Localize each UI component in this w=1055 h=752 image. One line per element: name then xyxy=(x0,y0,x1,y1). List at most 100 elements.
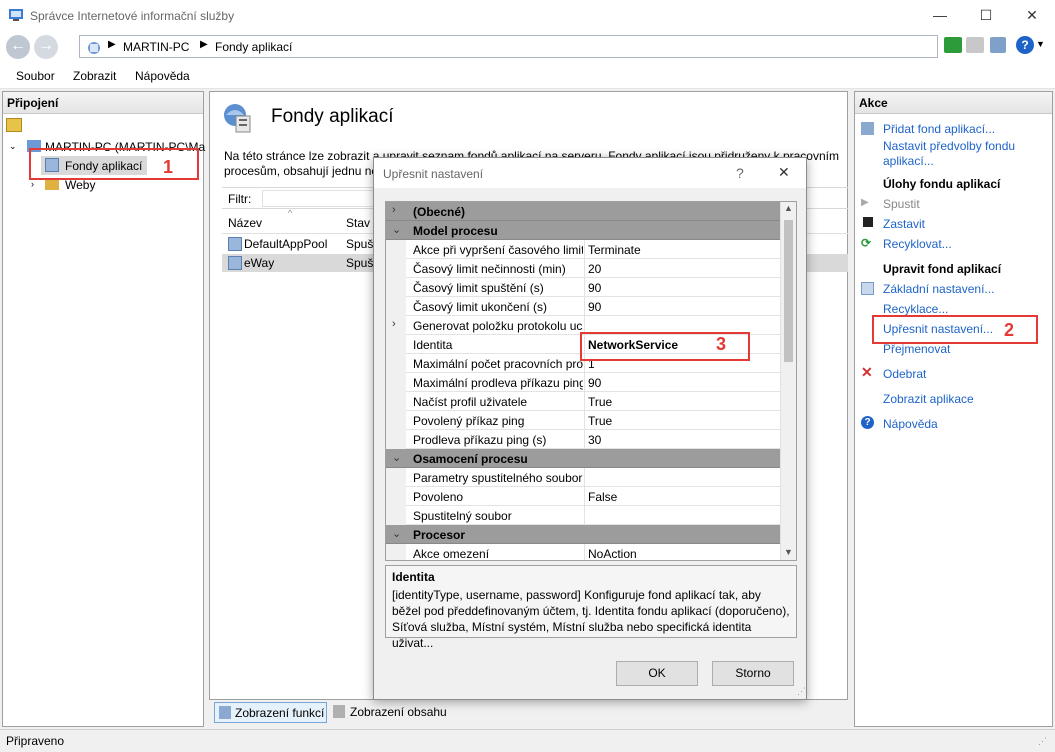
property-value[interactable] xyxy=(584,468,780,487)
property-row[interactable]: Spustitelný soubor xyxy=(386,506,780,525)
collapse-icon[interactable]: ⌄ xyxy=(9,141,17,152)
breadcrumb-server[interactable]: MARTIN-PC xyxy=(123,40,189,54)
property-row[interactable]: Akce při vypršení časového limit Terminat… xyxy=(386,240,780,259)
property-category[interactable]: ⌄ Osamocení procesu xyxy=(386,449,780,468)
status-text: Připraveno xyxy=(6,734,65,748)
property-row[interactable]: Maximální prodleva příkazu ping 90 xyxy=(386,373,780,392)
menu-napoveda[interactable]: Nápověda xyxy=(135,69,190,83)
home-icon[interactable] xyxy=(990,37,1006,53)
filter-label: Filtr: xyxy=(228,192,252,206)
action-recycling[interactable]: Recyklace... xyxy=(883,302,948,316)
collapse-icon[interactable]: ⌄ xyxy=(392,223,401,236)
help-icon[interactable]: ? xyxy=(1016,36,1034,54)
property-value[interactable]: 90 xyxy=(584,297,780,316)
expand-icon[interactable]: › xyxy=(392,204,396,216)
tab-content-view[interactable]: Zobrazení obsahu xyxy=(331,702,451,723)
scroll-thumb[interactable] xyxy=(784,220,793,362)
scrollbar[interactable]: ▲ ▼ xyxy=(780,202,796,560)
property-value[interactable]: Terminate xyxy=(584,240,780,259)
back-button[interactable]: ← xyxy=(6,35,30,59)
action-view-apps[interactable]: Zobrazit aplikace xyxy=(883,392,974,406)
column-state[interactable]: Stav xyxy=(346,216,370,230)
category-label: (Obecné) xyxy=(413,205,466,219)
property-value[interactable]: 20 xyxy=(584,259,780,278)
column-name[interactable]: Název xyxy=(228,216,262,230)
close-button[interactable]: ✕ xyxy=(1009,0,1055,31)
basic-settings-icon xyxy=(861,282,874,295)
refresh-icon[interactable] xyxy=(944,37,962,53)
tree-sites[interactable]: Weby xyxy=(65,178,95,192)
collapse-icon[interactable]: ⌄ xyxy=(392,451,401,464)
actions-panel: Akce Přidat fond aplikací... Nastavit př… xyxy=(854,91,1053,727)
property-row[interactable]: Časový limit spuštění (s) 90 xyxy=(386,278,780,297)
maximize-button[interactable]: ☐ xyxy=(963,0,1009,31)
menu-soubor[interactable]: Soubor xyxy=(16,69,55,83)
action-start[interactable]: Spustit xyxy=(883,197,920,211)
property-row[interactable]: Povolený příkaz ping True xyxy=(386,411,780,430)
connections-header: Připojení xyxy=(3,92,203,114)
scroll-up-icon[interactable]: ▲ xyxy=(784,203,793,213)
property-row[interactable]: Prodleva příkazu ping (s) 30 xyxy=(386,430,780,449)
property-value[interactable]: 90 xyxy=(584,278,780,297)
action-set-defaults[interactable]: Nastavit předvolby fondu aplikací... xyxy=(883,139,1048,169)
property-row[interactable]: Povoleno False xyxy=(386,487,780,506)
property-value[interactable]: NoAction xyxy=(584,544,780,560)
dialog-title: Upřesnit nastavení xyxy=(383,167,484,181)
row-gutter xyxy=(386,354,406,373)
property-value[interactable]: True xyxy=(584,411,780,430)
address-bar[interactable]: ▶ MARTIN-PC ▶ Fondy aplikací xyxy=(79,35,938,58)
window-title: Správce Internetové informační služby xyxy=(30,9,235,23)
property-category[interactable]: › (Obecné) xyxy=(386,202,780,221)
category-label: Model procesu xyxy=(413,224,498,238)
tab-features-view[interactable]: Zobrazení funkcí xyxy=(214,702,327,723)
expand-icon[interactable]: › xyxy=(31,179,34,189)
scroll-down-icon[interactable]: ▼ xyxy=(784,547,793,557)
action-add-pool[interactable]: Přidat fond aplikací... xyxy=(883,122,995,136)
breadcrumb-pools[interactable]: Fondy aplikací xyxy=(215,40,292,54)
property-row[interactable]: Načíst profil uživatele True xyxy=(386,392,780,411)
action-rename[interactable]: Přejmenovat xyxy=(883,342,950,356)
property-row[interactable]: Akce omezení NoAction xyxy=(386,544,780,560)
action-recycle[interactable]: Recyklovat... xyxy=(883,237,952,251)
description-title: Identita xyxy=(392,570,435,584)
row-gutter xyxy=(386,259,406,278)
action-basic-settings[interactable]: Základní nastavení... xyxy=(883,282,994,296)
property-value[interactable]: False xyxy=(584,487,780,506)
connections-panel: Připojení ⌄ MARTIN-PC (MARTIN-PC\Ma Fond… xyxy=(2,91,205,727)
forward-button[interactable]: → xyxy=(34,35,58,59)
property-row[interactable]: Časový limit ukončení (s) 90 xyxy=(386,297,780,316)
property-name: Generovat položku protokolu uc xyxy=(413,319,583,333)
expand-icon[interactable]: › xyxy=(392,318,396,330)
filter-input[interactable] xyxy=(262,190,382,207)
dialog-resize-grip-icon[interactable]: ⋰ xyxy=(797,686,806,697)
stop-icon[interactable] xyxy=(966,37,984,53)
minimize-button[interactable]: — xyxy=(917,0,963,31)
property-row[interactable]: Časový limit nečinnosti (min) 20 xyxy=(386,259,780,278)
property-value[interactable] xyxy=(584,506,780,525)
app-pools-large-icon xyxy=(222,102,252,134)
action-remove[interactable]: Odebrat xyxy=(883,367,926,381)
row-gutter xyxy=(386,373,406,392)
collapse-icon[interactable]: ⌄ xyxy=(392,527,401,540)
property-description: Identita [identityType, username, passwo… xyxy=(385,565,797,650)
property-category[interactable]: ⌄ Model procesu xyxy=(386,221,780,240)
dialog-help-button[interactable]: ? xyxy=(736,165,744,181)
page-title: Fondy aplikací xyxy=(271,106,394,127)
dialog-close-button[interactable]: ✕ xyxy=(778,164,790,181)
property-row[interactable]: Parametry spustitelného soubor xyxy=(386,468,780,487)
property-value[interactable]: 30 xyxy=(584,430,780,449)
pool-name: eWay xyxy=(244,256,275,270)
property-value[interactable]: 90 xyxy=(584,373,780,392)
annotation-box-1 xyxy=(29,148,199,180)
row-gutter xyxy=(386,316,406,335)
property-value[interactable]: True xyxy=(584,392,780,411)
cancel-button[interactable]: Storno xyxy=(712,661,794,686)
menu-zobrazit[interactable]: Zobrazit xyxy=(73,69,116,83)
action-stop[interactable]: Zastavit xyxy=(883,217,925,231)
new-connection-icon[interactable] xyxy=(6,118,22,132)
resize-grip-icon[interactable]: ⋰ xyxy=(1038,736,1047,747)
ok-button[interactable]: OK xyxy=(616,661,698,686)
help-dropdown-icon[interactable]: ▼ xyxy=(1036,39,1045,49)
action-help[interactable]: Nápověda xyxy=(883,417,938,431)
property-category[interactable]: ⌄ Procesor xyxy=(386,525,780,544)
